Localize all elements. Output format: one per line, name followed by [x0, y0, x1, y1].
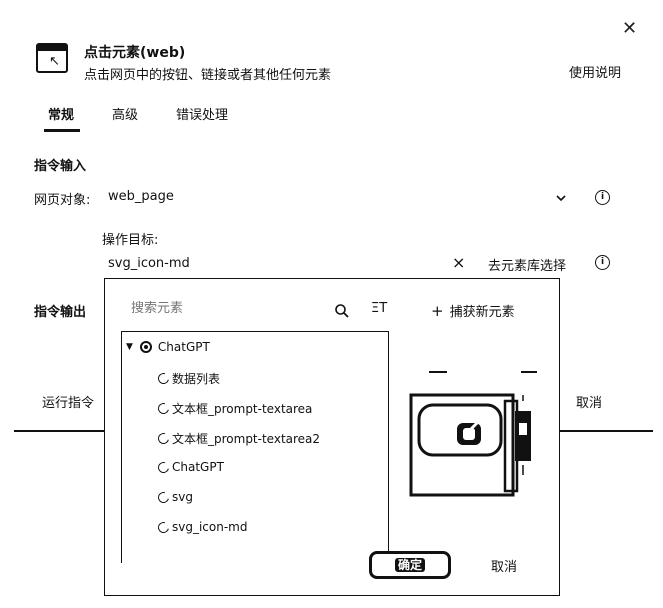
- dialog-title: 点击元素(web): [84, 45, 186, 61]
- popup-cancel-button[interactable]: 取消: [491, 556, 517, 575]
- element-node-icon: [155, 489, 172, 505]
- help-link[interactable]: 使用说明: [569, 62, 621, 81]
- tree-item-label: 文本框_prompt-textarea: [172, 402, 313, 416]
- tab-general[interactable]: 常规: [34, 104, 81, 132]
- input-section-heading: 指令输入: [34, 159, 87, 174]
- chevron-down-icon[interactable]: [556, 193, 566, 203]
- tab-advanced[interactable]: 高级: [98, 104, 138, 132]
- target-label: 操作目标:: [102, 233, 159, 248]
- element-node-icon: [155, 519, 172, 535]
- plus-icon: +: [431, 302, 444, 320]
- capture-element-label: 捕获新元素: [449, 305, 515, 320]
- sort-icon[interactable]: ΞΤ: [371, 301, 387, 316]
- confirm-label: 确定: [394, 558, 425, 572]
- confirm-button[interactable]: 确定: [369, 551, 451, 579]
- element-library-button[interactable]: 去元素库选择: [488, 255, 566, 274]
- chatgpt-logo-icon: [139, 341, 152, 353]
- element-node-icon: [155, 400, 172, 417]
- tree-root-label: ChatGPT: [157, 340, 210, 354]
- tree-item[interactable]: svg: [155, 489, 193, 505]
- output-section-heading: 指令输出: [34, 305, 87, 320]
- target-field[interactable]: svg_icon-md: [108, 256, 448, 276]
- capture-element-button[interactable]: + 捕获新元素: [431, 301, 515, 320]
- element-preview-image: [409, 393, 531, 497]
- tree-item-label: svg: [172, 490, 193, 504]
- run-command-button[interactable]: 运行指令: [42, 392, 94, 411]
- element-node-icon: [155, 459, 172, 475]
- tree-item-label: 文本框_prompt-textarea2: [172, 432, 321, 446]
- tree-item[interactable]: ChatGPT: [155, 459, 224, 475]
- clear-icon[interactable]: ×: [452, 253, 465, 272]
- caret-down-icon[interactable]: ▼: [126, 342, 133, 352]
- info-icon[interactable]: i: [595, 190, 610, 205]
- web-object-label: 网页对象:: [34, 193, 91, 208]
- click-element-dialog: ✕ ↖ 点击元素(web) 点击网页中的按钮、链接或者其他任何元素 使用说明 常…: [0, 0, 663, 608]
- tree-item[interactable]: 数据列表: [155, 370, 221, 387]
- element-node-icon: [155, 430, 172, 447]
- search-input[interactable]: [131, 301, 311, 316]
- element-picker-popup: ΞΤ + 捕获新元素 ▼ ChatGPT 数据列表 文本框_prompt-text…: [104, 278, 560, 596]
- tree-root[interactable]: ▼ ChatGPT: [126, 340, 210, 354]
- close-icon[interactable]: ✕: [622, 20, 640, 38]
- target-value: svg_icon-md: [108, 256, 190, 271]
- tree-item[interactable]: 文本框_prompt-textarea2: [155, 430, 321, 447]
- search-icon[interactable]: [334, 303, 350, 319]
- tree-item-selected[interactable]: svg_icon-md: [155, 519, 248, 535]
- browser-click-icon: ↖: [36, 43, 68, 73]
- dialog-subtitle: 点击网页中的按钮、链接或者其他任何元素: [84, 68, 332, 83]
- tab-error-handling[interactable]: 错误处理: [162, 104, 228, 132]
- element-node-icon: [155, 370, 172, 387]
- cancel-button[interactable]: 取消: [576, 392, 602, 411]
- element-tree: ▼ ChatGPT 数据列表 文本框_prompt-textarea 文本框_p…: [121, 331, 389, 563]
- tab-bar: 常规 高级 错误处理: [34, 104, 252, 132]
- web-object-select[interactable]: web_page: [108, 189, 578, 209]
- tree-item-label: svg_icon-md: [172, 520, 248, 534]
- info-icon[interactable]: i: [595, 255, 610, 270]
- web-object-value: web_page: [108, 189, 174, 204]
- tree-item-label: ChatGPT: [172, 460, 224, 474]
- tree-item-label: 数据列表: [172, 372, 221, 386]
- tree-item[interactable]: 文本框_prompt-textarea: [155, 400, 313, 417]
